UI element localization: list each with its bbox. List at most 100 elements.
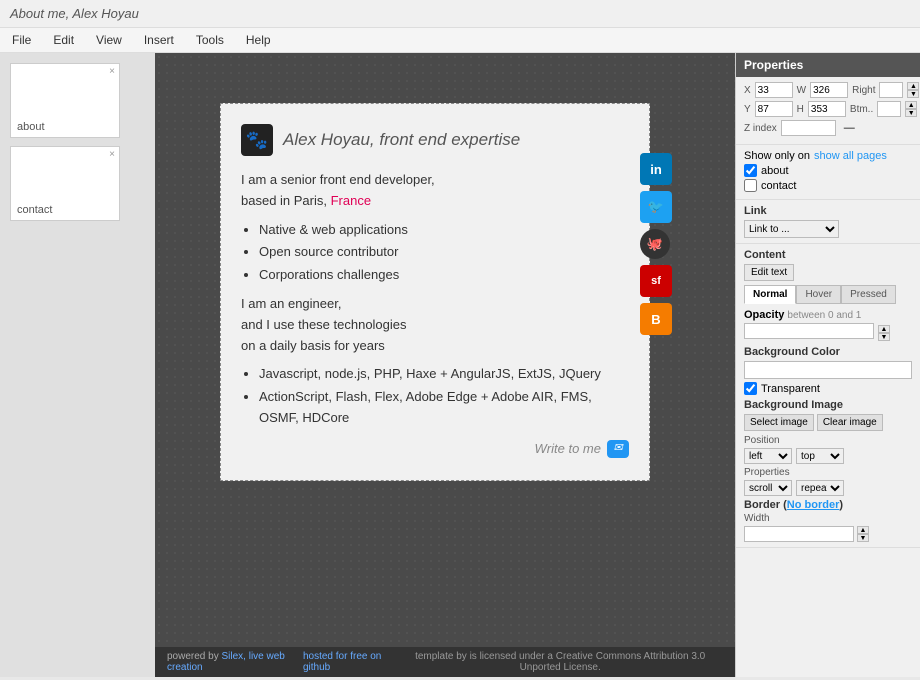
write-to-me-text: Write to me (535, 439, 601, 460)
btm-spin[interactable]: ▲ ▼ (905, 101, 917, 117)
right-input[interactable] (879, 82, 903, 98)
bullets-1: Native & web applications Open source co… (259, 220, 629, 286)
x-label: X (744, 85, 751, 96)
border-width-spin[interactable]: ▲ ▼ (857, 526, 869, 542)
twitter-icon[interactable]: 🐦 (640, 191, 672, 223)
coords-section: X W Right ▲ ▼ Y H Btm.. ▲ (736, 77, 920, 145)
footer-powered-text: powered by (167, 651, 221, 662)
right-label: Right (852, 85, 875, 96)
y-input[interactable] (755, 101, 793, 117)
linkedin-icon[interactable]: in (640, 153, 672, 185)
opacity-input[interactable] (744, 323, 874, 339)
bg-prop-selects: scrollfixed repeatno-repeatrepeat-xrepea… (744, 480, 912, 496)
bg-color-box[interactable] (744, 361, 912, 379)
github-icon[interactable]: 🐙 (640, 229, 670, 259)
content-label: Content (744, 249, 912, 261)
footer-github-link[interactable]: hosted for free on github (303, 651, 381, 673)
bg-properties-label: Properties (744, 467, 912, 478)
footer-right: template by is licensed under a Creative… (397, 651, 723, 673)
select-image-button[interactable]: Select image (744, 414, 814, 431)
opacity-spin[interactable]: ▲ ▼ (878, 325, 890, 341)
close-about-icon[interactable]: × (109, 66, 115, 77)
menu-bar: File Edit View Insert Tools Help (0, 28, 920, 53)
menu-file[interactable]: File (8, 31, 35, 49)
y-label: Y (744, 104, 751, 115)
menu-tools[interactable]: Tools (192, 31, 228, 49)
content-card[interactable]: 🐾 Alex Hoyau, front end expertise I am a… (220, 103, 650, 481)
border-up[interactable]: ▲ (857, 526, 869, 534)
card-body: I am a senior front end developer,based … (241, 170, 629, 460)
paris-text: France (331, 193, 371, 208)
blogger-icon[interactable]: B (640, 303, 672, 335)
right-down[interactable]: ▼ (907, 90, 919, 98)
border-down[interactable]: ▼ (857, 534, 869, 542)
close-contact-icon[interactable]: × (109, 149, 115, 160)
footer-left: powered by Silex, live web creation (167, 651, 303, 673)
transparent-checkbox[interactable] (744, 382, 757, 395)
email-icon[interactable]: ✉ (607, 440, 629, 458)
menu-view[interactable]: View (92, 31, 126, 49)
opacity-label: Opacity (744, 309, 784, 321)
menu-edit[interactable]: Edit (49, 31, 78, 49)
zindex-input[interactable] (781, 120, 836, 136)
page-check-contact-label: contact (761, 180, 796, 192)
btm-up[interactable]: ▲ (905, 101, 917, 109)
h-label: H (797, 104, 804, 115)
x-input[interactable] (755, 82, 793, 98)
edit-text-button[interactable]: Edit text (744, 264, 794, 281)
right-up[interactable]: ▲ (907, 82, 919, 90)
title-bar: About me, Alex Hoyau (0, 0, 920, 28)
page-check-about: about (744, 164, 912, 177)
checkbox-about[interactable] (744, 164, 757, 177)
show-all-pages-link[interactable]: show all pages (814, 150, 887, 162)
btm-down[interactable]: ▼ (905, 109, 917, 117)
opacity-up[interactable]: ▲ (878, 325, 890, 333)
bullets-2: Javascript, node.js, PHP, Haxe + Angular… (259, 364, 629, 428)
xy-row: X W Right ▲ ▼ (744, 82, 912, 98)
clear-image-button[interactable]: Clear image (817, 414, 883, 431)
border-width-input[interactable] (744, 526, 854, 542)
zindex-row: Z index — (744, 120, 912, 136)
btm-input[interactable] (877, 101, 901, 117)
state-tabs: Normal Hover Pressed (744, 285, 912, 304)
menu-insert[interactable]: Insert (140, 31, 178, 49)
width-label: Width (744, 513, 912, 524)
border-label: Border (No border) (744, 499, 912, 511)
w-input[interactable] (810, 82, 848, 98)
no-border-link[interactable]: No border (787, 499, 840, 511)
ywh-row: Y H Btm.. ▲ ▼ (744, 101, 912, 117)
page-check-about-label: about (761, 165, 789, 177)
bullet-item: Javascript, node.js, PHP, Haxe + Angular… (259, 364, 629, 385)
position-selects: leftcenterright topcenterbottom (744, 448, 912, 464)
pos-left-select[interactable]: leftcenterright (744, 448, 792, 464)
card-paragraph: I am an engineer,and I use these technol… (241, 294, 629, 356)
pos-top-select[interactable]: topcenterbottom (796, 448, 844, 464)
bullet-item: ActionScript, Flash, Flex, Adobe Edge + … (259, 387, 629, 429)
checkbox-contact[interactable] (744, 179, 757, 192)
opacity-row: ▲ ▼ (744, 323, 912, 342)
tab-hover[interactable]: Hover (796, 285, 841, 304)
social-icons: in 🐦 🐙 sf B (640, 153, 672, 335)
show-only-row: Show only on show all pages (744, 150, 912, 162)
bg-color-label: Background Color (744, 346, 912, 358)
opacity-label-row: Opacity between 0 and 1 (744, 309, 912, 321)
opacity-down[interactable]: ▼ (878, 333, 890, 341)
page-thumb-about[interactable]: × about (10, 63, 120, 138)
h-input[interactable] (808, 101, 846, 117)
spf-icon[interactable]: sf (640, 265, 672, 297)
card-title: Alex Hoyau, front end expertise (283, 130, 520, 150)
left-panel: × about × contact (0, 53, 155, 677)
page-thumb-contact[interactable]: × contact (10, 146, 120, 221)
tab-pressed[interactable]: Pressed (841, 285, 896, 304)
link-label: Link (744, 205, 912, 217)
repeat-select[interactable]: repeatno-repeatrepeat-xrepeat-y (796, 480, 844, 496)
tab-normal[interactable]: Normal (744, 285, 796, 304)
right-spin[interactable]: ▲ ▼ (907, 82, 919, 98)
w-label: W (797, 85, 806, 96)
scroll-select[interactable]: scrollfixed (744, 480, 792, 496)
opacity-sublabel: between 0 and 1 (787, 310, 861, 321)
link-select[interactable]: Link to ... (744, 220, 839, 238)
app-title: About me, Alex Hoyau (10, 6, 139, 21)
bg-image-label: Background Image (744, 399, 912, 411)
menu-help[interactable]: Help (242, 31, 275, 49)
